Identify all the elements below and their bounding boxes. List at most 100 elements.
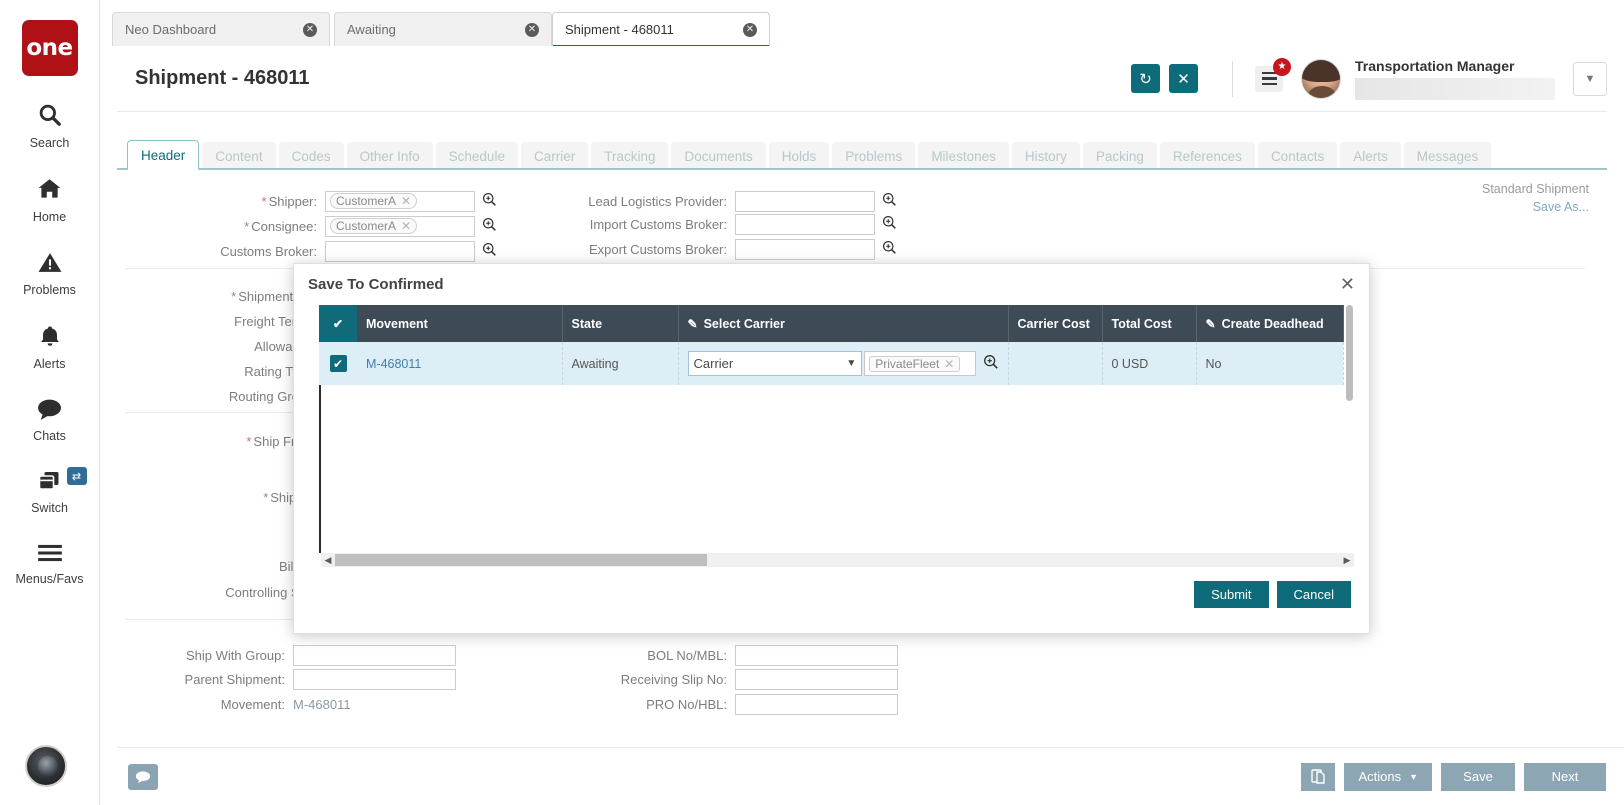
user-avatar[interactable] [1301, 59, 1341, 99]
export-customs-broker-search-icon[interactable] [882, 240, 897, 259]
movement-link[interactable]: M-468011 [366, 357, 421, 371]
one-logo[interactable]: one [22, 20, 78, 76]
tab-documents[interactable]: Documents [671, 142, 765, 170]
sidebar-item-problems[interactable]: Problems [0, 250, 100, 297]
warning-triangle-icon [37, 250, 63, 280]
sidebar-item-chats[interactable]: Chats [0, 397, 100, 443]
switch-toggle-badge-icon[interactable]: ⇄ [67, 467, 87, 485]
column-total-cost[interactable]: Total Cost [1102, 305, 1196, 342]
remove-chip-icon[interactable]: ✕ [944, 357, 954, 371]
save-as-link[interactable]: Save As... [1482, 200, 1589, 214]
pro-no-hbl-input[interactable] [735, 694, 898, 715]
browser-tab-shipment-468011[interactable]: Shipment - 468011 ✕ [552, 12, 770, 46]
actions-button[interactable]: Actions ▼ [1344, 763, 1432, 791]
carrier-search-icon[interactable] [983, 354, 999, 374]
sidebar-item-search[interactable]: Search [0, 102, 100, 150]
tab-other-info[interactable]: Other Info [347, 142, 433, 170]
save-button[interactable]: Save [1441, 763, 1515, 791]
tab-holds[interactable]: Holds [769, 142, 830, 170]
bol-no-mbl-input[interactable] [735, 645, 898, 666]
tab-label: Carrier [534, 149, 575, 164]
sidebar-item-menus-favs[interactable]: Menus/Favs [0, 541, 100, 586]
column-carrier-cost[interactable]: Carrier Cost [1008, 305, 1102, 342]
sidebar-item-home[interactable]: Home [0, 176, 100, 224]
copy-button[interactable] [1301, 763, 1335, 791]
scrollbar-track[interactable] [335, 554, 1340, 566]
scroll-right-arrow-icon[interactable]: ▶ [1340, 555, 1354, 566]
tab-carrier[interactable]: Carrier [521, 142, 588, 170]
shipment-type-meta: Standard Shipment Save As... [1482, 182, 1589, 214]
shipper-chip[interactable]: CustomerA✕ [330, 193, 417, 209]
tab-tracking[interactable]: Tracking [591, 142, 668, 170]
customs-broker-input[interactable] [325, 241, 475, 262]
column-select-carrier[interactable]: ✎Select Carrier [678, 305, 1008, 342]
tab-history[interactable]: History [1012, 142, 1080, 170]
consignee-input[interactable]: CustomerA✕ [325, 216, 475, 237]
lead-logistics-provider-input[interactable] [735, 191, 875, 212]
tab-packing[interactable]: Packing [1083, 142, 1157, 170]
browser-tab-neo-dashboard[interactable]: Neo Dashboard ✕ [112, 12, 330, 46]
export-customs-broker-input[interactable] [735, 239, 875, 260]
remove-chip-icon[interactable]: ✕ [401, 194, 411, 208]
field-label-shipment-no: *Shipment No: [117, 289, 317, 304]
close-icon[interactable]: ✕ [1340, 274, 1355, 295]
sidebar-item-alerts[interactable]: Alerts [0, 323, 100, 371]
tab-codes[interactable]: Codes [279, 142, 344, 170]
chat-button[interactable] [128, 764, 158, 790]
cancel-button[interactable]: Cancel [1277, 581, 1351, 608]
field-row-consignee: *Consignee: CustomerA✕ [117, 215, 497, 237]
tab-messages[interactable]: Messages [1404, 142, 1492, 170]
carrier-chip[interactable]: PrivateFleet ✕ [869, 356, 960, 372]
carrier-value-input[interactable]: PrivateFleet ✕ [864, 351, 975, 376]
column-state[interactable]: State [562, 305, 678, 342]
select-all-header[interactable]: ✔ [319, 305, 357, 342]
field-label-freight-terms: Freight Terms: [117, 314, 317, 329]
close-icon[interactable]: ✕ [525, 23, 539, 37]
tab-milestones[interactable]: Milestones [918, 142, 1009, 170]
avatar[interactable] [25, 745, 67, 787]
lead-logistics-provider-search-icon[interactable] [882, 192, 897, 211]
refresh-button[interactable]: ↻ [1131, 64, 1160, 93]
grid-vertical-scrollbar[interactable] [1345, 305, 1354, 553]
close-icon[interactable]: ✕ [743, 23, 757, 37]
tab-contacts[interactable]: Contacts [1258, 142, 1337, 170]
close-icon[interactable]: ✕ [303, 23, 317, 37]
user-menu-dropdown[interactable]: ▼ [1573, 62, 1607, 96]
tab-references[interactable]: References [1160, 142, 1255, 170]
remove-chip-icon[interactable]: ✕ [401, 219, 411, 233]
tab-label: Packing [1096, 149, 1144, 164]
field-row-pro-no-hbl: PRO No/HBL: [547, 693, 898, 715]
sidebar-item-switch[interactable]: ⇄ Switch [0, 469, 100, 515]
row-select-cell[interactable]: ✔ [319, 342, 357, 385]
check-icon[interactable]: ✔ [330, 315, 347, 332]
tab-content[interactable]: Content [202, 142, 275, 170]
parent-shipment-input[interactable] [293, 669, 456, 690]
tab-alerts[interactable]: Alerts [1340, 142, 1401, 170]
shipper-input[interactable]: CustomerA✕ [325, 191, 475, 212]
browser-tab-awaiting[interactable]: Awaiting ✕ [334, 12, 552, 46]
submit-button[interactable]: Submit [1194, 581, 1268, 608]
next-button[interactable]: Next [1524, 763, 1606, 791]
scrollbar-thumb[interactable] [335, 554, 707, 566]
column-create-deadhead[interactable]: ✎Create Deadhead [1196, 305, 1343, 342]
carrier-type-select[interactable]: Carrier ▼ [688, 351, 863, 376]
receiving-slip-no-input[interactable] [735, 669, 898, 690]
import-customs-broker-search-icon[interactable] [882, 215, 897, 234]
scrollbar-thumb[interactable] [1346, 305, 1353, 401]
consignee-search-icon[interactable] [482, 217, 497, 236]
check-icon[interactable]: ✔ [330, 355, 347, 372]
column-movement[interactable]: Movement [357, 305, 562, 342]
ship-with-group-input[interactable] [293, 645, 456, 666]
customs-broker-search-icon[interactable] [482, 242, 497, 261]
scroll-left-arrow-icon[interactable]: ◀ [321, 555, 335, 566]
tab-header[interactable]: Header [127, 140, 199, 170]
tab-problems[interactable]: Problems [832, 142, 915, 170]
table-row[interactable]: ✔ M-468011 Awaiting Carrier ▼ [319, 342, 1343, 385]
shipper-search-icon[interactable] [482, 192, 497, 211]
notifications-menu-button[interactable]: ★ [1255, 66, 1283, 92]
tab-schedule[interactable]: Schedule [436, 142, 518, 170]
import-customs-broker-input[interactable] [735, 214, 875, 235]
close-button[interactable]: ✕ [1169, 64, 1198, 93]
grid-horizontal-scrollbar[interactable]: ◀ ▶ [321, 553, 1354, 567]
consignee-chip[interactable]: CustomerA✕ [330, 218, 417, 234]
